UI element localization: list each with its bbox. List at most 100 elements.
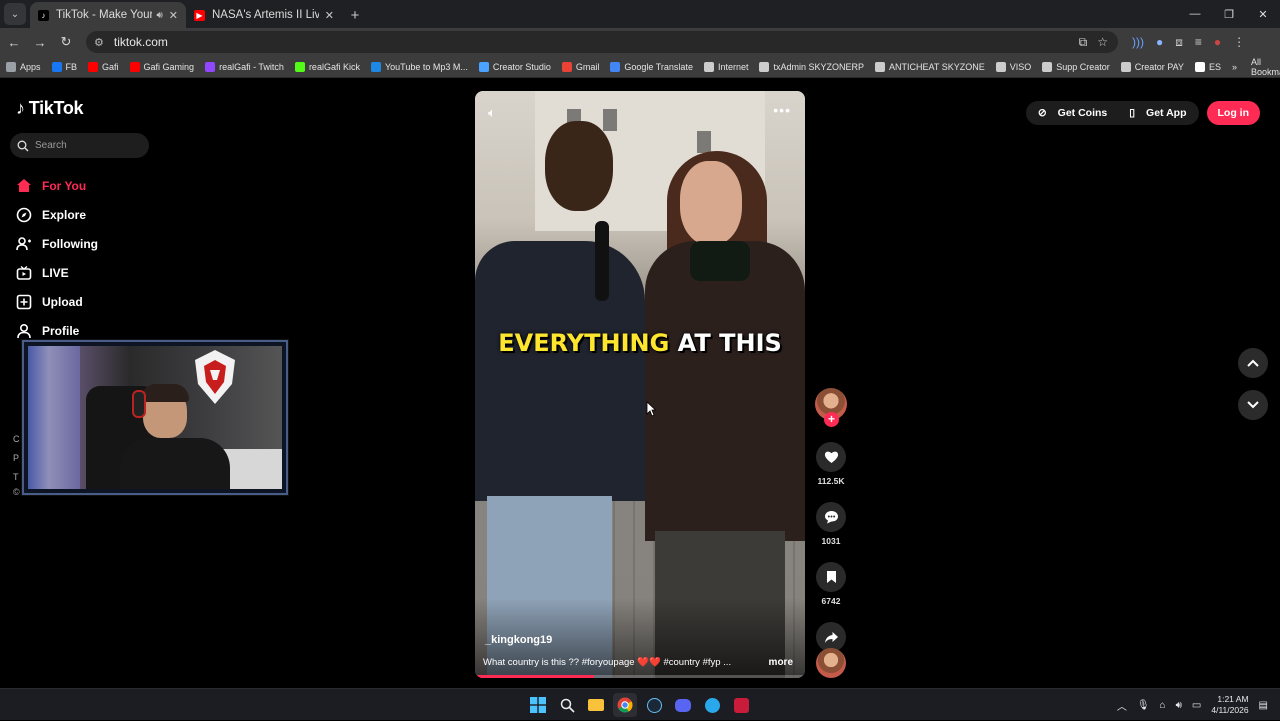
speaker-icon[interactable]: 🔊︎: [156, 10, 162, 21]
telegram-icon[interactable]: [700, 693, 724, 717]
bookmark-item[interactable]: Google Translate: [610, 61, 693, 72]
get-app-button[interactable]: ▯ Get App: [1121, 107, 1194, 119]
windows-start-icon[interactable]: [526, 693, 550, 717]
puzzle-icon[interactable]: ⧈: [1175, 35, 1183, 50]
partial-text: C: [13, 434, 20, 444]
sound-avatar[interactable]: [816, 648, 846, 678]
bookmark-item[interactable]: Supp Creator: [1042, 61, 1110, 72]
heart-icon[interactable]: [816, 442, 846, 472]
bookmark-item[interactable]: Apps: [6, 61, 41, 72]
previous-video-button[interactable]: [1238, 348, 1268, 378]
back-icon[interactable]: ←: [2, 30, 26, 54]
sidebar-item-label: For You: [42, 178, 87, 193]
search-input[interactable]: Search: [10, 133, 149, 158]
bookmark-favicon-icon: [875, 61, 886, 72]
bookmark-item[interactable]: ANTICHEAT SKYZONE: [875, 61, 985, 72]
file-explorer-icon[interactable]: [584, 693, 608, 717]
bookmark-item[interactable]: VISO: [995, 61, 1031, 72]
bookmark-item[interactable]: realGafi - Twitch: [205, 61, 284, 72]
tab-tiktok[interactable]: ♪ TikTok - Make Your Day 🔊︎ ✕: [30, 2, 186, 28]
like-action[interactable]: 112.5K: [814, 442, 848, 486]
media-icon[interactable]: ≡: [1195, 35, 1202, 49]
sidebar-item-following[interactable]: Following: [15, 229, 98, 258]
bookmark-item[interactable]: YouTube to Mp3 M...: [370, 61, 468, 72]
forward-icon[interactable]: →: [28, 30, 52, 54]
extension-icon[interactable]: ))): [1132, 35, 1144, 49]
volume-icon[interactable]: 🔊︎: [1176, 700, 1182, 711]
all-bookmarks-button[interactable]: All Bookmarks: [1251, 57, 1280, 77]
tray-expand-icon[interactable]: ︿: [1117, 698, 1127, 713]
window-controls: — ❐ ✕: [1178, 0, 1280, 28]
get-coins-button[interactable]: ⊘ Get Coins: [1030, 107, 1115, 119]
close-tab-icon[interactable]: ✕: [169, 9, 178, 22]
bookmark-icon[interactable]: [816, 562, 846, 592]
chrome-icon[interactable]: [613, 693, 637, 717]
video-author[interactable]: _kingkong19: [485, 634, 552, 646]
new-tab-button[interactable]: +: [342, 2, 368, 28]
comment-icon[interactable]: [816, 502, 846, 532]
bookmark-item[interactable]: ES: [1194, 61, 1221, 72]
volume-icon[interactable]: 🔈︎: [488, 105, 496, 121]
close-window-icon[interactable]: ✕: [1246, 0, 1280, 28]
profile-avatar-icon[interactable]: ●: [1214, 35, 1221, 49]
microphone-icon[interactable]: 🎙︎: [1137, 700, 1150, 711]
bookmark-favicon-icon: [1194, 61, 1205, 72]
bookmark-favicon-icon: [610, 61, 621, 72]
discord-icon[interactable]: [671, 693, 695, 717]
bookmark-item[interactable]: txAdmin SKYZONERP: [759, 61, 864, 72]
site-info-icon[interactable]: ⚙: [94, 36, 104, 49]
bookmark-favicon-icon: [88, 61, 99, 72]
follow-plus-icon[interactable]: +: [824, 412, 839, 427]
install-app-icon[interactable]: ⧉: [1079, 35, 1088, 50]
bookmark-favicon-icon: [1042, 61, 1053, 72]
more-options-icon[interactable]: •••: [773, 102, 791, 118]
network-icon[interactable]: ⌂: [1160, 700, 1166, 711]
menu-icon[interactable]: ⋮: [1233, 35, 1245, 49]
sidebar-item-for-you[interactable]: For You: [15, 171, 98, 200]
bookmark-item[interactable]: FB: [51, 61, 77, 72]
partial-text: T: [13, 472, 19, 482]
bookmark-item[interactable]: Gmail: [561, 61, 599, 72]
home-icon: [15, 177, 32, 194]
address-bar[interactable]: ⚙ tiktok.com ⧉ ☆: [86, 31, 1118, 53]
bookmark-item[interactable]: Gafi: [88, 61, 119, 72]
video-progress-bar[interactable]: [475, 675, 805, 678]
app-icon[interactable]: [729, 693, 753, 717]
lion-logo-icon: [195, 350, 235, 404]
restore-icon[interactable]: ❐: [1212, 0, 1246, 28]
search-icon[interactable]: [555, 693, 579, 717]
comment-action[interactable]: 1031: [814, 502, 848, 546]
bookmark-label: Creator PAY: [1134, 61, 1184, 72]
login-button[interactable]: Log in: [1206, 101, 1260, 125]
sidebar-item-live[interactable]: LIVE: [15, 258, 98, 287]
bookmarks-bar: Apps FB Gafi Gafi Gaming realGafi - Twitch re…: [0, 56, 1280, 78]
creator-avatar[interactable]: +: [815, 388, 847, 427]
battery-icon[interactable]: ▭: [1192, 700, 1201, 711]
clock[interactable]: 1:21 AM 4/11/2026: [1211, 694, 1248, 716]
bookmark-item[interactable]: Creator PAY: [1120, 61, 1184, 72]
sidebar-item-upload[interactable]: Upload: [15, 287, 98, 316]
video-player[interactable]: 🔈︎ ••• EVERYTHING AT THIS _kingkong19 Wh…: [475, 91, 805, 678]
close-tab-icon[interactable]: ✕: [325, 9, 334, 22]
notifications-icon[interactable]: ▤: [1259, 700, 1268, 711]
tab-title: NASA's Artemis II Live Mission: [212, 9, 319, 21]
next-video-button[interactable]: [1238, 390, 1268, 420]
more-button[interactable]: more: [769, 657, 793, 668]
reload-icon[interactable]: ↻: [54, 30, 78, 54]
tab-nasa[interactable]: ▶ NASA's Artemis II Live Mission ✕: [186, 2, 342, 28]
bookmark-favicon-icon: [478, 61, 489, 72]
minimize-icon[interactable]: —: [1178, 0, 1212, 28]
steam-icon[interactable]: [642, 693, 666, 717]
sidebar-item-label: Following: [42, 236, 98, 251]
tiktok-logo[interactable]: ♪ TikTok: [16, 98, 84, 119]
bookmark-item[interactable]: Gafi Gaming: [129, 61, 194, 72]
sidebar-item-explore[interactable]: Explore: [15, 200, 98, 229]
tab-search-button[interactable]: ⌄: [4, 3, 26, 25]
more-bookmarks-icon[interactable]: »: [1232, 62, 1237, 72]
bookmark-item[interactable]: Internet: [703, 61, 748, 72]
bookmark-item[interactable]: Creator Studio: [478, 61, 551, 72]
bookmark-star-icon[interactable]: ☆: [1097, 35, 1108, 50]
extension-icon[interactable]: ●: [1156, 35, 1163, 49]
save-action[interactable]: 6742: [814, 562, 848, 606]
bookmark-item[interactable]: realGafi Kick: [294, 61, 360, 72]
